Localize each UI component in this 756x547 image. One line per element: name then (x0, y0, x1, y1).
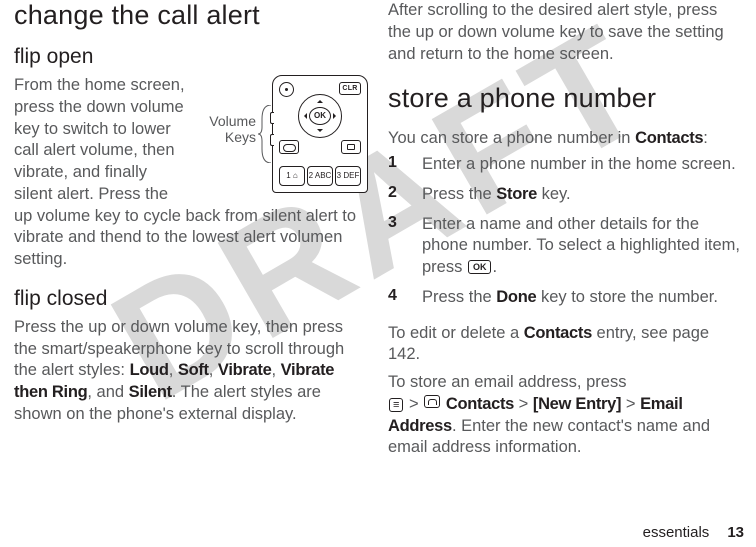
t: . (492, 258, 497, 276)
menu-key-icon: ≡ (389, 398, 403, 412)
t: Press the (422, 288, 496, 306)
t: key. (537, 185, 571, 203)
section-flip-closed: flip closed Press the up or down volume … (14, 287, 368, 426)
step-num: 1 (388, 154, 422, 176)
flip-closed-body: Press the up or down volume key, then pr… (14, 317, 368, 426)
path-new-entry: [New Entry] (533, 395, 621, 413)
send-key-icon (279, 140, 299, 154)
ok-key-icon: OK (468, 260, 492, 274)
scroll-save-text: After scrolling to the desired alert sty… (388, 0, 742, 65)
t: Press the (422, 185, 496, 203)
style-soft: Soft (178, 361, 209, 379)
keypad-1: 1 ⌂ (279, 166, 305, 186)
label-keys: Keys (225, 129, 256, 145)
step-3: 3 Enter a name and other details for the… (388, 214, 742, 279)
sep: > (626, 395, 636, 413)
speaker-key-icon (341, 140, 361, 154)
style-silent: Silent (129, 383, 172, 401)
step-text: Enter a phone number in the home screen. (422, 154, 742, 176)
email-store-note: To store an email address, press ≡ > Con… (388, 372, 742, 459)
done-key: Done (496, 288, 536, 306)
t: To edit or delete a (388, 324, 524, 342)
subheading-flip-closed: flip closed (14, 287, 368, 311)
left-column: change the call alert flip open Volume K… (4, 0, 378, 539)
store-key: Store (496, 185, 537, 203)
footer-page: 13 (727, 524, 744, 541)
path-contacts: Contacts (446, 395, 514, 413)
step-num: 3 (388, 214, 422, 279)
page-footer: essentials 13 (643, 524, 744, 541)
section-flip-open: flip open Volume Keys (14, 45, 368, 271)
step-2: 2 Press the Store key. (388, 184, 742, 206)
volume-keys-label: Volume Keys (196, 113, 256, 145)
subheading-flip-open: flip open (14, 45, 368, 69)
lead-pre: You can store a phone number in (388, 129, 635, 147)
lead-post: : (703, 129, 708, 147)
style-loud: Loud (130, 361, 169, 379)
edit-delete-note: To edit or delete a Contacts entry, see … (388, 323, 742, 367)
contacts-label: Contacts (524, 324, 592, 342)
keypad-2: 2 ABC (307, 166, 333, 186)
label-volume: Volume (209, 113, 256, 129)
step-text: Press the Store key. (422, 184, 742, 206)
style-vibrate: Vibrate (218, 361, 272, 379)
nav-ring-icon: OK (298, 94, 342, 138)
t: key to store the number. (536, 288, 718, 306)
page-content: change the call alert flip open Volume K… (0, 0, 756, 547)
right-column: After scrolling to the desired alert sty… (378, 0, 752, 539)
footer-section: essentials (643, 524, 710, 541)
ok-button-icon: OK (309, 107, 331, 125)
step-4: 4 Press the Done key to store the number… (388, 287, 742, 309)
phone-outline: CLR OK 1 ⌂ (272, 75, 368, 193)
sep: > (409, 395, 419, 413)
sep: > (519, 395, 529, 413)
volume-up-key-icon (270, 112, 274, 124)
step-text: Press the Done key to store the number. (422, 287, 742, 309)
contacts-icon (424, 395, 440, 408)
step-num: 4 (388, 287, 422, 309)
flip-open-body: Volume Keys CLR (14, 75, 368, 271)
lead-contacts: Contacts (635, 129, 703, 147)
keypad-3: 3 DEF (335, 166, 361, 186)
heading-store-number: store a phone number (388, 83, 742, 114)
step-1: 1 Enter a phone number in the home scree… (388, 154, 742, 176)
camera-button-icon (279, 82, 294, 97)
heading-change-call-alert: change the call alert (14, 0, 368, 31)
clr-button-icon: CLR (339, 82, 361, 95)
store-lead: You can store a phone number in Contacts… (388, 128, 742, 150)
t: To store an email address, press (388, 373, 626, 391)
steps-list: 1 Enter a phone number in the home scree… (388, 154, 742, 317)
step-text: Enter a name and other details for the p… (422, 214, 742, 279)
phone-illustration: Volume Keys CLR (196, 75, 368, 195)
step-num: 2 (388, 184, 422, 206)
volume-down-key-icon (270, 134, 274, 146)
